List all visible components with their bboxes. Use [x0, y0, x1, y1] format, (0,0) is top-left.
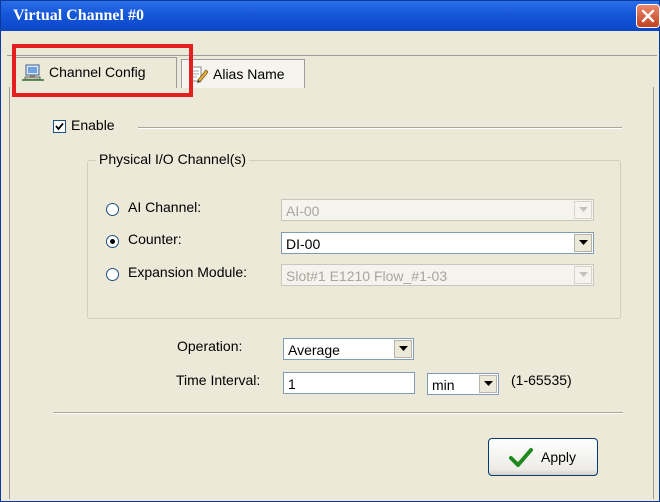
time-unit-dropdown-button[interactable] — [479, 375, 497, 393]
enable-label: Enable — [71, 117, 115, 133]
ai-channel-select[interactable]: AI-00 — [281, 199, 594, 221]
enable-separator — [138, 127, 622, 129]
time-interval-range: (1-65535) — [511, 372, 572, 388]
highlight-box — [12, 44, 193, 97]
physical-io-legend: Physical I/O Channel(s) — [96, 151, 250, 167]
operation-dropdown-button[interactable] — [394, 340, 412, 358]
ai-channel-value: AI-00 — [286, 203, 320, 219]
ai-channel-dropdown-button[interactable] — [574, 201, 592, 219]
operation-label: Operation: — [177, 338, 243, 354]
panel-right-edge — [653, 87, 654, 499]
green-check-icon — [509, 448, 533, 467]
counter-dropdown-button[interactable] — [574, 234, 592, 252]
operation-value: Average — [288, 342, 340, 358]
chevron-down-icon — [579, 272, 588, 277]
expansion-module-label: Expansion Module: — [128, 264, 248, 280]
counter-select[interactable]: DI-00 — [281, 232, 594, 254]
chevron-down-icon — [579, 240, 588, 245]
panel-left-edge — [9, 87, 10, 499]
time-unit-select[interactable]: min — [427, 373, 499, 395]
operation-select[interactable]: Average — [283, 338, 414, 360]
counter-value: DI-00 — [286, 236, 321, 252]
counter-radio[interactable] — [106, 235, 119, 248]
bottom-separator — [53, 412, 623, 414]
expansion-module-value: Slot#1 E1210 Flow_#1-03 — [286, 268, 448, 284]
chevron-down-icon — [399, 346, 408, 351]
time-unit-value: min — [432, 377, 455, 393]
ai-channel-label: AI Channel: — [128, 199, 202, 215]
ai-channel-radio[interactable] — [106, 203, 119, 216]
tab-alias-name-label: Alias Name — [213, 66, 285, 82]
title-bar[interactable]: Virtual Channel #0 — [1, 1, 660, 31]
radio-selected-dot — [110, 239, 115, 244]
apply-label: Apply — [541, 449, 577, 465]
chevron-down-icon — [579, 207, 588, 212]
dialog-window: Virtual Channel #0 Channel Config Alias … — [0, 0, 660, 502]
close-button[interactable] — [636, 4, 660, 28]
close-icon — [641, 9, 655, 23]
chevron-down-icon — [484, 381, 493, 386]
expansion-module-select[interactable]: Slot#1 E1210 Flow_#1-03 — [281, 264, 594, 286]
apply-button[interactable]: Apply — [488, 438, 598, 476]
expansion-module-dropdown-button[interactable] — [574, 266, 592, 284]
tab-alias-name[interactable]: Alias Name — [181, 59, 305, 88]
time-interval-value: 1 — [288, 376, 296, 392]
counter-label: Counter: — [128, 231, 182, 247]
window-title: Virtual Channel #0 — [13, 7, 144, 24]
expansion-module-radio[interactable] — [106, 268, 119, 281]
checkmark-icon — [55, 122, 64, 131]
enable-checkbox[interactable] — [53, 120, 66, 133]
time-interval-label: Time Interval: — [176, 372, 261, 388]
time-interval-input[interactable]: 1 — [283, 372, 415, 394]
